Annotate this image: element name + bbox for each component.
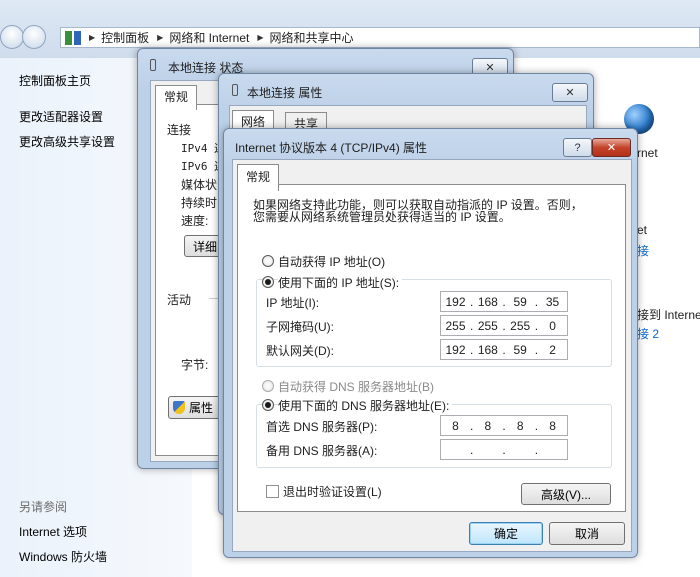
alternate-dns-label: 备用 DNS 服务器(A): bbox=[266, 444, 378, 458]
access-type-fragment: 接到 Interne bbox=[637, 308, 700, 322]
dns1-octet-1: 8 bbox=[452, 418, 459, 433]
help-button[interactable]: ? bbox=[563, 138, 592, 157]
breadcrumb-network-sharing-center[interactable]: 网络和共享中心 bbox=[270, 29, 354, 46]
auto-ip-label[interactable]: 自动获得 IP 地址(O) bbox=[278, 253, 385, 270]
see-also-heading: 另请参阅 bbox=[19, 500, 68, 514]
dialog-title: Internet 协议版本 4 (TCP/IPv4) 属性 bbox=[235, 141, 428, 155]
auto-ip-radio[interactable] bbox=[262, 255, 274, 267]
manual-ip-radio[interactable] bbox=[262, 276, 274, 288]
dns1-octet-4: 8 bbox=[549, 418, 556, 433]
network-name-fragment: et bbox=[637, 223, 648, 237]
ok-button[interactable]: 确定 bbox=[469, 522, 543, 545]
manual-dns-label[interactable]: 使用下面的 DNS 服务器地址(E): bbox=[278, 397, 453, 414]
chevron-right-icon: ▶ bbox=[157, 33, 164, 42]
network-connection-icon bbox=[232, 84, 238, 96]
validate-on-exit-label[interactable]: 退出时验证设置(L) bbox=[283, 483, 382, 500]
breadcrumb-network-internet[interactable]: 网络和 Internet bbox=[169, 29, 249, 46]
mask-octet-3: 255 bbox=[510, 318, 531, 333]
gateway-octet-4: 2 bbox=[549, 342, 556, 357]
mask-octet-1: 255 bbox=[445, 318, 466, 333]
breadcrumb-control-panel[interactable]: 控制面板 bbox=[101, 29, 149, 46]
speed-label: 速度: bbox=[181, 214, 209, 228]
ip-address-label: IP 地址(I): bbox=[266, 296, 320, 310]
auto-dns-radio[interactable] bbox=[262, 380, 274, 392]
dialog-client: 常规 如果网络支持此功能，则可以获取自动指派的 IP 设置。否则， 您需要从网络… bbox=[232, 159, 632, 552]
forward-button[interactable] bbox=[22, 25, 46, 49]
ip-octet-4: 35 bbox=[545, 294, 560, 309]
connection-link-fragment[interactable]: 接 bbox=[637, 242, 649, 259]
close-button[interactable]: ✕ bbox=[552, 83, 588, 102]
tab-general[interactable]: 常规 bbox=[155, 85, 198, 110]
subnet-mask-label: 子网掩码(U): bbox=[266, 320, 334, 334]
default-gateway-label: 默认网关(D): bbox=[266, 344, 334, 358]
address-bar[interactable]: ▶ 控制面板 ▶ 网络和 Internet ▶ 网络和共享中心 bbox=[60, 27, 700, 48]
dns1-octet-2: 8 bbox=[484, 418, 492, 433]
media-state-label: 媒体状 bbox=[181, 178, 218, 192]
cancel-button[interactable]: 取消 bbox=[549, 522, 625, 545]
chevron-right-icon: ▶ bbox=[257, 33, 264, 42]
back-button[interactable] bbox=[0, 25, 24, 49]
windows-firewall-link[interactable]: Windows 防火墙 bbox=[19, 548, 107, 565]
bytes-label: 字节: bbox=[181, 358, 209, 372]
change-adapter-settings-link[interactable]: 更改适配器设置 bbox=[19, 108, 103, 125]
mask-octet-4: 0 bbox=[549, 318, 556, 333]
ip-octet-2: 168 bbox=[477, 294, 498, 309]
ip-octet-3: 59 bbox=[513, 294, 527, 309]
control-panel-icon bbox=[65, 30, 81, 45]
advanced-button[interactable]: 高级(V)... bbox=[521, 483, 611, 505]
control-panel-home-link[interactable]: 控制面板主页 bbox=[19, 72, 91, 89]
auto-dns-label[interactable]: 自动获得 DNS 服务器地址(B) bbox=[278, 378, 434, 395]
octet-separator: . bbox=[502, 442, 506, 457]
connection-2-link-fragment[interactable]: 接 2 bbox=[637, 325, 659, 342]
subnet-mask-input[interactable]: 255. 255. 255. 0 bbox=[440, 315, 568, 336]
shield-icon bbox=[173, 401, 185, 414]
connection-section-label: 连接 bbox=[167, 123, 192, 137]
gateway-octet-1: 192 bbox=[445, 342, 466, 357]
duration-label: 持续时 bbox=[181, 196, 218, 210]
internet-options-link[interactable]: Internet 选项 bbox=[19, 523, 87, 540]
dns1-octet-3: 8 bbox=[516, 418, 524, 433]
alternate-dns-input[interactable]: . . . bbox=[440, 439, 568, 460]
activity-section-label: 活动 bbox=[167, 293, 192, 307]
tab-general[interactable]: 常规 bbox=[237, 164, 280, 191]
chevron-right-icon: ▶ bbox=[89, 33, 96, 42]
preferred-dns-input[interactable]: 8. 8. 8. 8 bbox=[440, 415, 568, 436]
close-button[interactable]: ✕ bbox=[592, 138, 631, 157]
octet-separator: . bbox=[470, 442, 474, 457]
ip-address-input[interactable]: 192. 168. 59. 35 bbox=[440, 291, 568, 312]
octet-separator: . bbox=[534, 442, 539, 457]
manual-dns-radio[interactable] bbox=[262, 399, 274, 411]
preferred-dns-label: 首选 DNS 服务器(P): bbox=[266, 420, 378, 434]
ip-octet-1: 192 bbox=[445, 294, 466, 309]
validate-on-exit-checkbox[interactable] bbox=[266, 485, 279, 498]
gateway-octet-3: 59 bbox=[513, 342, 527, 357]
default-gateway-input[interactable]: 192. 168. 59. 2 bbox=[440, 339, 568, 360]
internet-label: rnet bbox=[637, 146, 658, 160]
gateway-octet-2: 168 bbox=[477, 342, 498, 357]
description-line-2: 您需要从网络系统管理员处获得适当的 IP 设置。 bbox=[253, 210, 511, 224]
network-connection-icon bbox=[150, 59, 156, 71]
mask-octet-2: 255 bbox=[477, 318, 498, 333]
properties-button-label: 属性 bbox=[189, 401, 214, 415]
manual-ip-label[interactable]: 使用下面的 IP 地址(S): bbox=[278, 274, 403, 291]
window-title: 本地连接 属性 bbox=[247, 86, 323, 100]
ipv4-properties-dialog: Internet 协议版本 4 (TCP/IPv4) 属性 ? ✕ 常规 如果网… bbox=[223, 128, 638, 558]
change-advanced-sharing-link[interactable]: 更改高级共享设置 bbox=[19, 133, 115, 150]
